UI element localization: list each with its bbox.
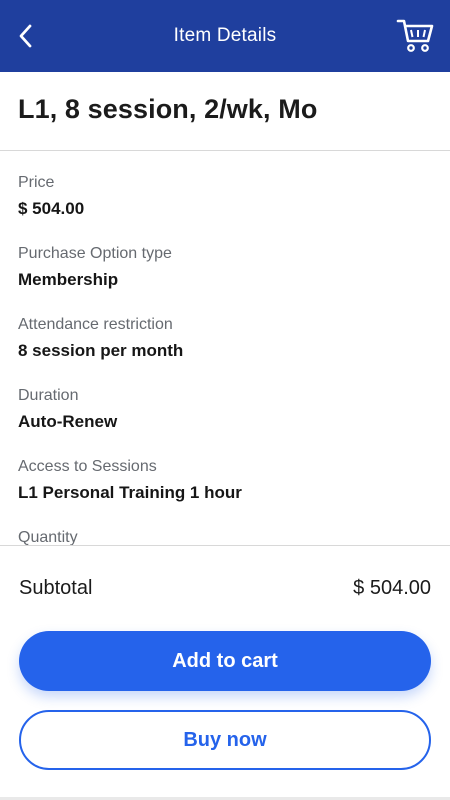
attendance-label: Attendance restriction	[18, 316, 173, 333]
access-field: Access to Sessions L1 Personal Training …	[18, 448, 438, 519]
item-title: L1, 8 session, 2/wk, Mo	[18, 94, 318, 124]
duration-value: Auto-Renew	[18, 412, 118, 431]
subtotal-label: Subtotal	[19, 576, 93, 599]
attendance-field: Attendance restriction 8 session per mon…	[18, 306, 438, 377]
title-divider	[0, 150, 450, 151]
quantity-field: Quantity	[18, 519, 438, 545]
duration-label: Duration	[18, 387, 79, 404]
back-button[interactable]	[10, 20, 42, 52]
purchase-option-value: Membership	[18, 270, 119, 289]
add-to-cart-label: Add to cart	[172, 649, 278, 672]
cart-button[interactable]	[396, 17, 434, 53]
quantity-label: Quantity	[18, 529, 78, 545]
price-field: Price $ 504.00	[18, 164, 438, 235]
add-to-cart-button[interactable]: Add to cart	[19, 631, 431, 691]
purchase-option-label: Purchase Option type	[18, 245, 172, 262]
price-label: Price	[18, 174, 55, 191]
purchase-option-field: Purchase Option type Membership	[18, 235, 438, 306]
price-value: $ 504.00	[18, 199, 85, 218]
buy-now-button[interactable]: Buy now	[19, 710, 431, 770]
details-list: Price $ 504.00 Purchase Option type Memb…	[18, 164, 438, 545]
summary-divider	[0, 545, 450, 546]
app-header: Item Details	[0, 0, 450, 72]
shopping-cart-icon	[396, 19, 434, 52]
page-title: Item Details	[173, 25, 277, 46]
buy-now-label: Buy now	[183, 728, 267, 751]
subtotal-value: $ 504.00	[353, 576, 431, 599]
access-label: Access to Sessions	[18, 458, 157, 475]
duration-field: Duration Auto-Renew	[18, 377, 438, 448]
attendance-value: 8 session per month	[18, 341, 184, 360]
access-value: L1 Personal Training 1 hour	[18, 483, 242, 502]
subtotal-row: Subtotal $ 504.00	[19, 574, 431, 602]
chevron-left-icon	[19, 24, 32, 48]
